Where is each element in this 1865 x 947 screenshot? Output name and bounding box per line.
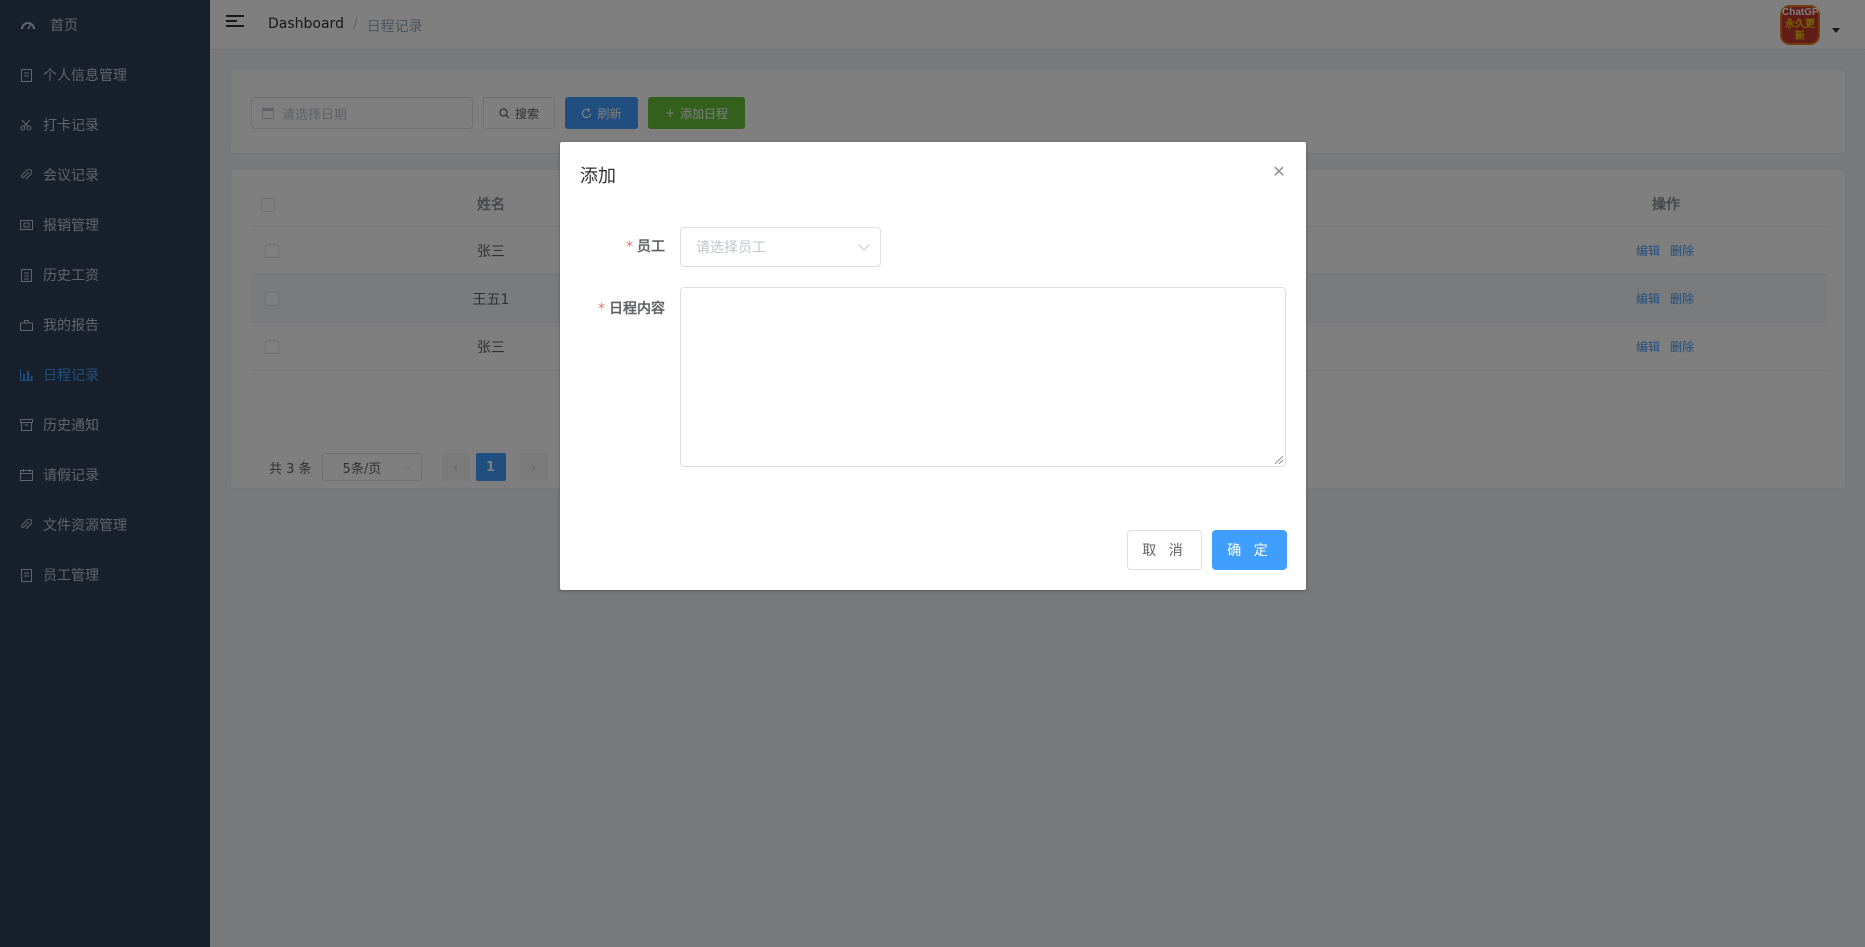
content-label-text: 日程内容	[609, 301, 665, 317]
employee-label-text: 员工	[637, 239, 665, 255]
employee-label: * 员工	[626, 236, 665, 256]
close-icon[interactable]: ✕	[1271, 164, 1287, 180]
dialog-title: 添加	[580, 166, 616, 187]
add-dialog: 添加 ✕ * 员工 请选择员工 * 日程内容 取 消 确 定	[560, 142, 1306, 590]
resize-handle-icon[interactable]	[1275, 456, 1283, 464]
chevron-down-icon	[858, 239, 870, 251]
employee-select[interactable]: 请选择员工	[680, 227, 881, 267]
content-label: * 日程内容	[598, 298, 665, 318]
employee-placeholder: 请选择员工	[696, 240, 766, 256]
schedule-content-textarea[interactable]	[680, 287, 1286, 467]
required-mark: *	[626, 239, 633, 255]
confirm-button[interactable]: 确 定	[1212, 530, 1287, 570]
required-mark: *	[598, 301, 605, 317]
cancel-button[interactable]: 取 消	[1127, 530, 1202, 570]
